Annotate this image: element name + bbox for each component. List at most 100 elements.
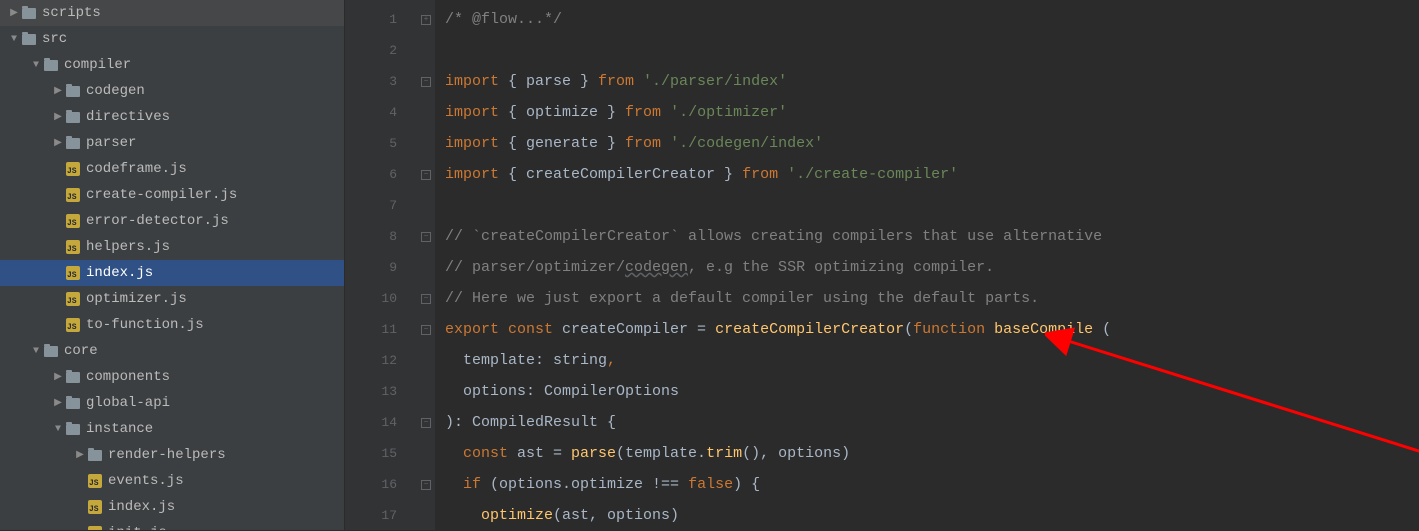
- code-token: baseCompile: [994, 321, 1102, 338]
- fold-cell: −: [417, 314, 435, 345]
- expand-arrow-icon[interactable]: ▼: [52, 424, 64, 435]
- tree-file[interactable]: JSinit.js: [0, 520, 344, 530]
- code-line[interactable]: /* @flow...*/: [445, 4, 1419, 35]
- tree-file[interactable]: JShelpers.js: [0, 234, 344, 260]
- js-file-icon: JS: [64, 292, 82, 306]
- fold-expand-icon[interactable]: +: [421, 15, 431, 25]
- code-token: ): CompiledResult {: [445, 414, 616, 431]
- fold-collapse-icon[interactable]: −: [421, 325, 431, 335]
- code-line[interactable]: export const createCompiler = createComp…: [445, 314, 1419, 345]
- code-line[interactable]: const ast = parse(template.trim(), optio…: [445, 438, 1419, 469]
- tree-folder[interactable]: ▶parser: [0, 130, 344, 156]
- expand-arrow-icon[interactable]: ▶: [52, 371, 64, 383]
- tree-item-label: directives: [86, 109, 170, 125]
- expand-arrow-icon[interactable]: ▶: [8, 7, 20, 19]
- tree-folder[interactable]: ▼src: [0, 26, 344, 52]
- tree-item-label: scripts: [42, 5, 101, 21]
- code-token: from: [625, 135, 670, 152]
- fold-cell: [417, 438, 435, 469]
- file-tree-sidebar[interactable]: ▶scripts▼src▼compiler▶codegen▶directives…: [0, 0, 345, 530]
- code-token: if: [445, 476, 490, 493]
- fold-collapse-icon[interactable]: −: [421, 480, 431, 490]
- fold-cell: −: [417, 407, 435, 438]
- code-token: './create-compiler': [787, 166, 958, 183]
- code-line[interactable]: [445, 35, 1419, 66]
- expand-arrow-icon[interactable]: ▶: [74, 449, 86, 461]
- code-token: from: [598, 73, 643, 90]
- code-token: import: [445, 166, 508, 183]
- tree-item-label: error-detector.js: [86, 213, 229, 229]
- fold-cell: +: [417, 4, 435, 35]
- line-number: 3: [345, 66, 397, 97]
- tree-folder[interactable]: ▶ global-api: [0, 390, 344, 416]
- code-token: // Here we just export a default compile…: [445, 290, 1039, 307]
- code-token: { optimize }: [508, 104, 625, 121]
- code-line[interactable]: import { optimize } from './optimizer': [445, 97, 1419, 128]
- code-line[interactable]: import { generate } from './codegen/inde…: [445, 128, 1419, 159]
- fold-collapse-icon[interactable]: −: [421, 418, 431, 428]
- expand-arrow-icon[interactable]: ▶: [52, 137, 64, 149]
- folder-icon: [64, 138, 82, 149]
- line-number: 2: [345, 35, 397, 66]
- code-line[interactable]: // Here we just export a default compile…: [445, 283, 1419, 314]
- expand-arrow-icon[interactable]: ▼: [8, 34, 20, 45]
- tree-file[interactable]: JSerror-detector.js: [0, 208, 344, 234]
- code-token: export const: [445, 321, 562, 338]
- fold-column[interactable]: + − − − − − − −: [417, 0, 435, 530]
- expand-arrow-icon[interactable]: ▶: [52, 397, 64, 409]
- tree-file[interactable]: JScreate-compiler.js: [0, 182, 344, 208]
- code-line[interactable]: ): CompiledResult {: [445, 407, 1419, 438]
- expand-arrow-icon[interactable]: ▼: [30, 60, 42, 71]
- tree-item-label: codeframe.js: [86, 161, 187, 177]
- code-token: /* @flow...*/: [445, 11, 562, 28]
- expand-arrow-icon[interactable]: ▼: [30, 346, 42, 357]
- tree-item-label: components: [86, 369, 170, 385]
- tree-file[interactable]: JSindex.js: [0, 494, 344, 520]
- tree-folder[interactable]: ▶ components: [0, 364, 344, 390]
- tree-item-label: global-api: [86, 395, 170, 411]
- code-line[interactable]: // `createCompilerCreator` allows creati…: [445, 221, 1419, 252]
- tree-file[interactable]: JSindex.js: [0, 260, 344, 286]
- code-editor[interactable]: 1234567891011121314151617 +−−−−−−− /* @f…: [345, 0, 1419, 530]
- fold-collapse-icon[interactable]: −: [421, 232, 431, 242]
- code-token: './codegen/index': [670, 135, 823, 152]
- fold-cell: [417, 500, 435, 531]
- line-number: 10: [345, 283, 397, 314]
- code-content[interactable]: /* @flow...*/ import { parse } from './pa…: [435, 0, 1419, 530]
- fold-cell: −: [417, 221, 435, 252]
- code-line[interactable]: // parser/optimizer/codegen, e.g the SSR…: [445, 252, 1419, 283]
- expand-arrow-icon[interactable]: ▶: [52, 111, 64, 123]
- code-line[interactable]: template: string,: [445, 345, 1419, 376]
- tree-folder[interactable]: ▶render-helpers: [0, 442, 344, 468]
- code-token: import: [445, 104, 508, 121]
- line-number: 17: [345, 500, 397, 531]
- code-token: // `createCompilerCreator` allows creati…: [445, 228, 1102, 245]
- tree-file[interactable]: JSevents.js: [0, 468, 344, 494]
- code-token: // parser/optimizer/: [445, 259, 625, 276]
- code-line[interactable]: import { createCompilerCreator } from '.…: [445, 159, 1419, 190]
- tree-folder[interactable]: ▶ scripts: [0, 0, 344, 26]
- tree-folder[interactable]: ▼compiler: [0, 52, 344, 78]
- tree-item-label: to-function.js: [86, 317, 204, 333]
- fold-collapse-icon[interactable]: −: [421, 77, 431, 87]
- fold-collapse-icon[interactable]: −: [421, 170, 431, 180]
- tree-file[interactable]: JSto-function.js: [0, 312, 344, 338]
- fold-cell: −: [417, 159, 435, 190]
- code-token: (: [1102, 321, 1111, 338]
- tree-file[interactable]: JSoptimizer.js: [0, 286, 344, 312]
- tree-folder[interactable]: ▼core: [0, 338, 344, 364]
- code-line[interactable]: import { parse } from './parser/index': [445, 66, 1419, 97]
- tree-folder[interactable]: ▼instance: [0, 416, 344, 442]
- code-token: optimize: [445, 507, 553, 524]
- code-line[interactable]: options: CompilerOptions: [445, 376, 1419, 407]
- fold-cell: [417, 190, 435, 221]
- code-line[interactable]: optimize(ast, options): [445, 500, 1419, 531]
- fold-collapse-icon[interactable]: −: [421, 294, 431, 304]
- code-line[interactable]: [445, 190, 1419, 221]
- code-token: , e.g the SSR optimizing compiler.: [688, 259, 994, 276]
- expand-arrow-icon[interactable]: ▶: [52, 85, 64, 97]
- tree-folder[interactable]: ▶ directives: [0, 104, 344, 130]
- tree-file[interactable]: JScodeframe.js: [0, 156, 344, 182]
- code-line[interactable]: if (options.optimize !== false) {: [445, 469, 1419, 500]
- tree-folder[interactable]: ▶codegen: [0, 78, 344, 104]
